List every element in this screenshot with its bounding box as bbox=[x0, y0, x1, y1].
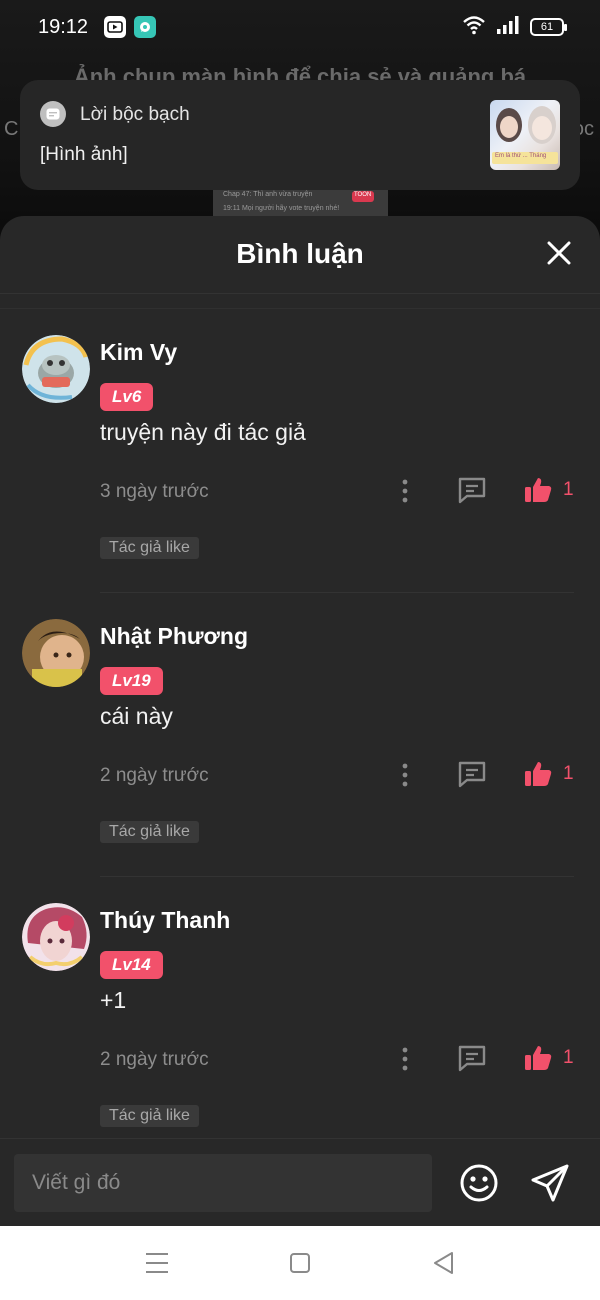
level-badge: Lv14 bbox=[100, 951, 163, 979]
comment-text: cái này bbox=[100, 703, 173, 729]
more-options-button[interactable] bbox=[395, 1045, 415, 1073]
comment-time: 3 ngày trước bbox=[100, 481, 209, 502]
smiley-icon bbox=[460, 1164, 498, 1202]
author-liked-tag: Tác giả like bbox=[100, 1105, 199, 1127]
comment-item: Kim Vy Lv6 truyện này đi tác giả 3 ngày … bbox=[0, 309, 600, 593]
notification-body: [Hình ảnh] bbox=[40, 144, 128, 165]
like-button[interactable]: 1 bbox=[524, 759, 580, 789]
youtube-icon bbox=[104, 16, 127, 38]
avatar[interactable] bbox=[22, 903, 90, 971]
thumbs-up-icon bbox=[525, 762, 552, 786]
reply-button[interactable] bbox=[457, 476, 487, 504]
wifi-icon bbox=[462, 15, 486, 40]
more-options-button[interactable] bbox=[395, 477, 415, 505]
background-thumb-text: 19:11 Mọi người hãy vote truyện nhé! bbox=[223, 205, 340, 212]
comment-input[interactable] bbox=[14, 1154, 432, 1212]
back-triangle-icon bbox=[434, 1252, 453, 1274]
thumbnail-caption-band: Em là thứ ... Tháng bbox=[492, 152, 558, 164]
author-liked-tag: Tác giả like bbox=[100, 821, 199, 843]
level-badge: Lv6 bbox=[100, 383, 154, 411]
avatar[interactable] bbox=[22, 619, 90, 687]
home-square-icon bbox=[290, 1253, 310, 1273]
comment-time: 2 ngày trước bbox=[100, 765, 209, 786]
comment-text: +1 bbox=[100, 987, 127, 1013]
comment-item: Thúy Thanh Lv14 +1 2 ngày trước 1 Tác gi… bbox=[0, 877, 600, 1161]
thumbs-up-icon bbox=[525, 478, 552, 502]
send-icon bbox=[531, 1164, 569, 1202]
comment-text: truyện này đi tác giả bbox=[100, 419, 306, 445]
thumbnail-caption: Em là thứ ... Tháng bbox=[495, 153, 547, 159]
comment-username[interactable]: Thúy Thanh bbox=[100, 907, 230, 934]
reply-button[interactable] bbox=[457, 1044, 487, 1072]
background-thumb-badge-text: TOON bbox=[354, 192, 372, 198]
comments-sheet: Bình luận Kim Vy Lv6 truyện này đi tác g… bbox=[0, 216, 600, 1226]
close-icon bbox=[547, 241, 571, 265]
like-count: 1 bbox=[563, 763, 574, 784]
level-badge: Lv19 bbox=[100, 667, 163, 695]
send-button[interactable] bbox=[529, 1162, 571, 1204]
reply-comment-icon bbox=[458, 761, 486, 788]
comment-input-bar bbox=[0, 1138, 600, 1226]
notification-image-thumbnail: Em là thứ ... Tháng bbox=[490, 100, 560, 170]
comment-time: 2 ngày trước bbox=[100, 1049, 209, 1070]
emoji-button[interactable] bbox=[459, 1163, 499, 1203]
sheet-header: Bình luận bbox=[0, 216, 600, 294]
avatar[interactable] bbox=[22, 335, 90, 403]
thumbs-up-icon bbox=[525, 1046, 552, 1070]
close-button[interactable] bbox=[544, 238, 574, 268]
menu-nav-button[interactable] bbox=[143, 1250, 171, 1276]
notification-card[interactable]: Lời bộc bạch [Hình ảnh] Em là thứ ... Th… bbox=[20, 80, 580, 190]
more-vertical-icon bbox=[402, 479, 408, 503]
comment-item: Nhật Phương Lv19 cái này 2 ngày trước 1 … bbox=[0, 593, 600, 877]
like-button[interactable]: 1 bbox=[524, 1043, 580, 1073]
status-bar: 19:12 61 bbox=[0, 0, 600, 54]
like-count: 1 bbox=[563, 1047, 574, 1068]
background-thumb-text: Chap 47: Thì anh vừa truyện bbox=[223, 191, 313, 198]
sheet-title: Bình luận bbox=[236, 238, 364, 269]
chat-bubble-icon bbox=[134, 16, 157, 38]
notification-app-name: Lời bộc bạch bbox=[80, 104, 190, 125]
like-button[interactable]: 1 bbox=[524, 475, 580, 505]
background-edge-text: C bbox=[4, 118, 19, 140]
more-vertical-icon bbox=[402, 763, 408, 787]
reply-button[interactable] bbox=[457, 760, 487, 788]
comment-username[interactable]: Kim Vy bbox=[100, 339, 177, 366]
background-chapter-thumb: Chap 47: Thì anh vừa truyện 19:11 Mọi ng… bbox=[213, 188, 388, 218]
status-time: 19:12 bbox=[38, 15, 89, 38]
system-navigation-bar bbox=[0, 1226, 600, 1300]
home-nav-button[interactable] bbox=[286, 1250, 314, 1276]
more-options-button[interactable] bbox=[395, 761, 415, 789]
comment-username[interactable]: Nhật Phương bbox=[100, 623, 248, 650]
battery-icon: 61 bbox=[530, 18, 567, 36]
back-nav-button[interactable] bbox=[430, 1250, 458, 1276]
author-liked-tag: Tác giả like bbox=[100, 537, 199, 559]
background-thumb-badge: TOON bbox=[352, 191, 374, 202]
signal-icon bbox=[496, 15, 520, 40]
reply-comment-icon bbox=[458, 1045, 486, 1072]
message-app-icon bbox=[40, 101, 66, 127]
menu-icon bbox=[146, 1253, 168, 1273]
more-vertical-icon bbox=[402, 1047, 408, 1071]
like-count: 1 bbox=[563, 479, 574, 500]
reply-comment-icon bbox=[458, 477, 486, 504]
